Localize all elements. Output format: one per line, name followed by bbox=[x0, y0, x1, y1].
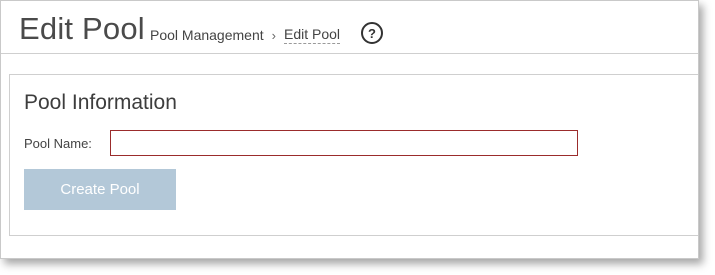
page-header: Edit Pool Pool Management › Edit Pool ? bbox=[1, 1, 698, 54]
breadcrumb-separator-icon: › bbox=[271, 27, 276, 43]
panel-title: Pool Information bbox=[24, 91, 177, 114]
breadcrumb-pool-management[interactable]: Pool Management bbox=[150, 27, 264, 43]
window: Edit Pool Pool Management › Edit Pool ? … bbox=[0, 0, 699, 259]
help-icon[interactable]: ? bbox=[361, 22, 383, 44]
pool-information-panel: Pool Information Pool Name: Create Pool bbox=[9, 74, 698, 236]
pool-name-input[interactable] bbox=[110, 130, 578, 156]
pool-name-label: Pool Name: bbox=[24, 136, 92, 151]
breadcrumb: Pool Management › Edit Pool bbox=[150, 26, 341, 44]
create-pool-button[interactable]: Create Pool bbox=[24, 169, 176, 210]
breadcrumb-current: Edit Pool bbox=[283, 26, 341, 44]
page-title: Edit Pool bbox=[19, 11, 145, 46]
